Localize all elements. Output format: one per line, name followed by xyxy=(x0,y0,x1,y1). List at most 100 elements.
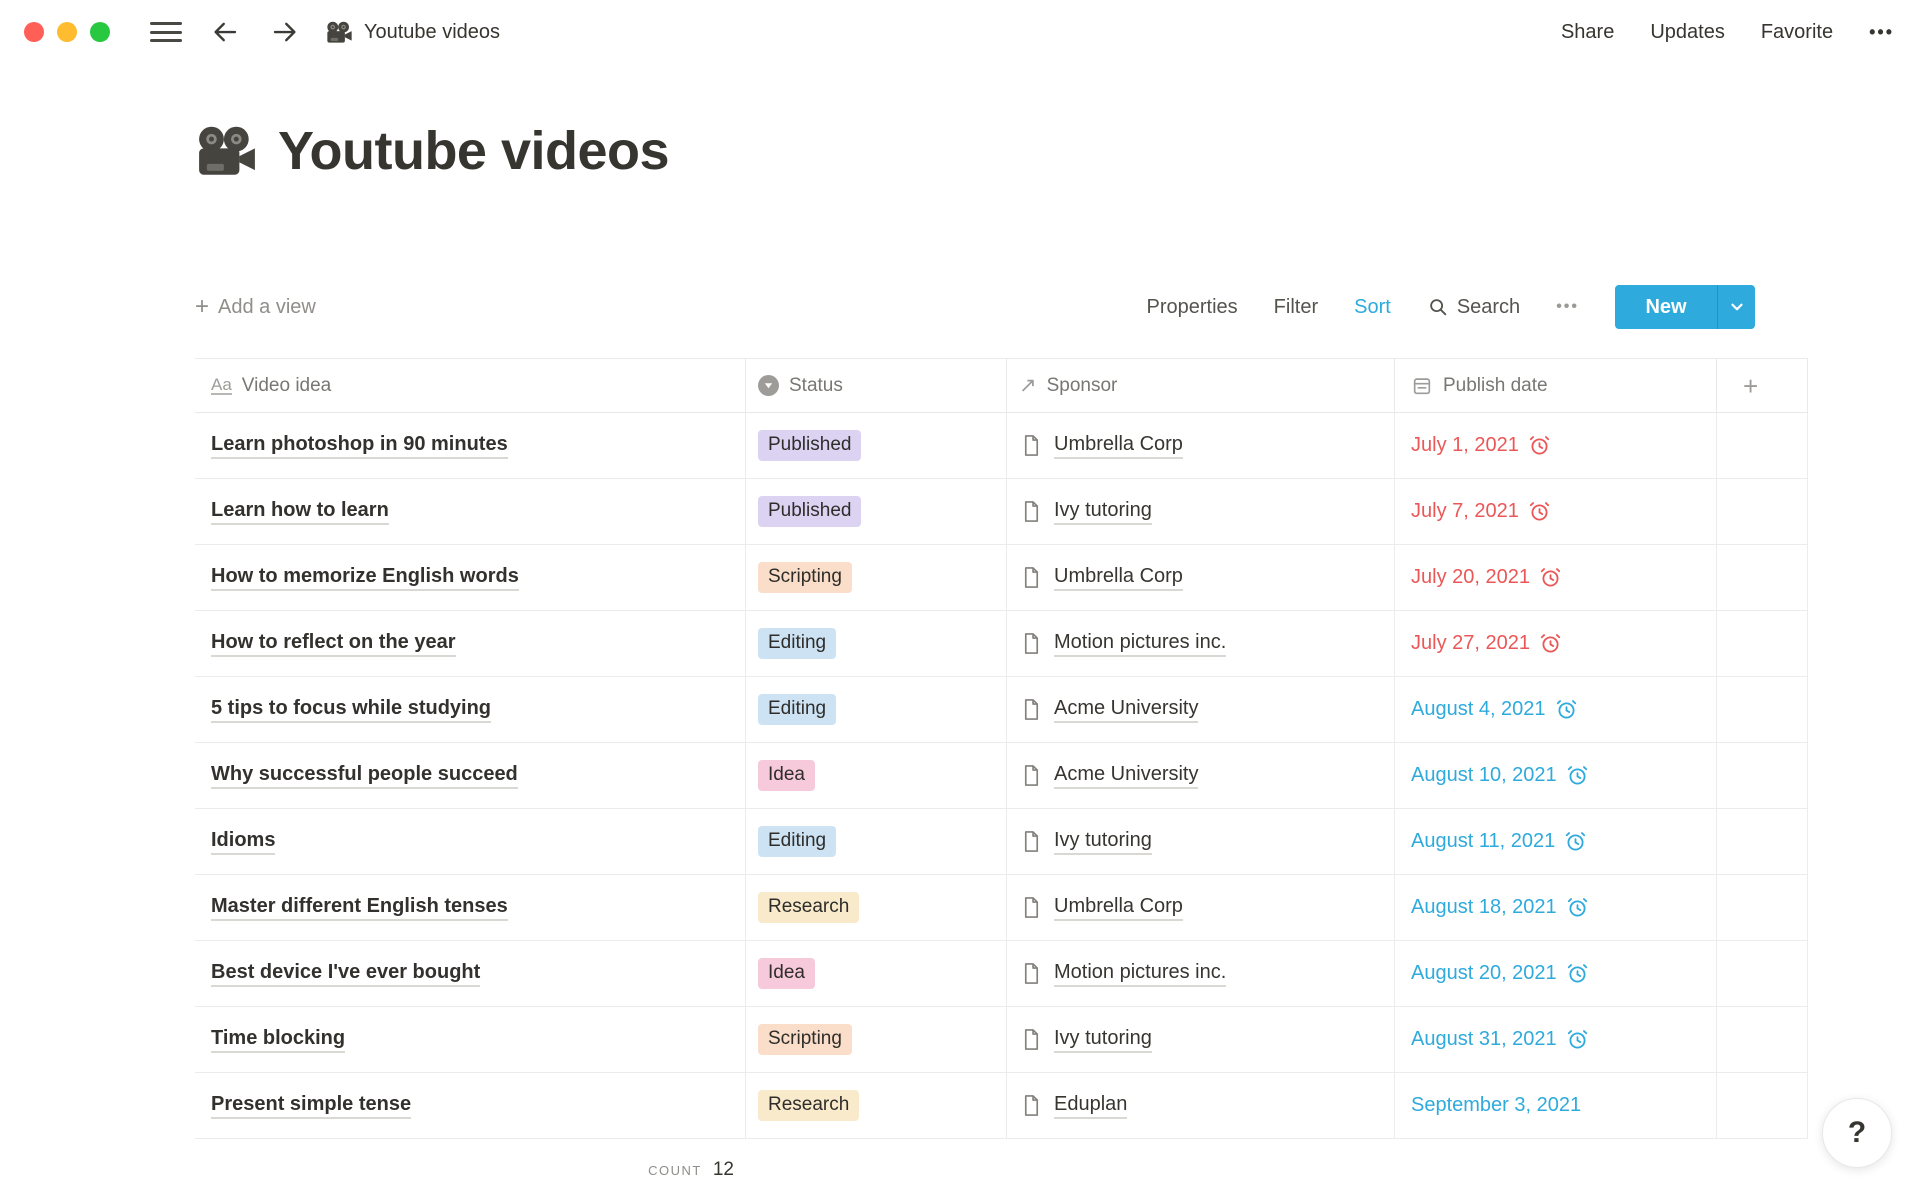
plus-icon: + xyxy=(195,295,209,319)
row-date[interactable]: July 7, 2021 xyxy=(1411,500,1551,523)
row-date[interactable]: August 10, 2021 xyxy=(1411,764,1589,787)
status-badge[interactable]: Idea xyxy=(758,760,815,791)
column-header-video-idea[interactable]: Aa Video idea xyxy=(195,359,746,412)
column-header-status[interactable]: Status xyxy=(746,359,1007,412)
breadcrumb[interactable]: Youtube videos xyxy=(326,21,500,44)
table-row: How to reflect on the year Editing Motio… xyxy=(195,611,1808,677)
page-title[interactable]: Youtube videos xyxy=(278,120,669,182)
row-sponsor[interactable]: Ivy tutoring xyxy=(1054,829,1152,855)
row-title[interactable]: Best device I've ever bought xyxy=(211,961,480,987)
status-badge[interactable]: Editing xyxy=(758,694,836,725)
view-more-options-icon[interactable]: ••• xyxy=(1556,298,1579,316)
status-badge[interactable]: Editing xyxy=(758,628,836,659)
table-row: Idioms Editing Ivy tutoring August 11, 2… xyxy=(195,809,1808,875)
topbar: Youtube videos Share Updates Favorite ••… xyxy=(0,0,1920,64)
reminder-clock-icon xyxy=(1566,962,1589,985)
row-sponsor[interactable]: Motion pictures inc. xyxy=(1054,961,1226,987)
row-date[interactable]: July 1, 2021 xyxy=(1411,434,1551,457)
close-window-button[interactable] xyxy=(24,22,44,42)
row-date[interactable]: August 31, 2021 xyxy=(1411,1028,1589,1051)
page-icon xyxy=(1019,829,1044,854)
window-controls xyxy=(24,22,110,42)
add-view-label: Add a view xyxy=(218,296,316,319)
share-button[interactable]: Share xyxy=(1561,21,1614,44)
table-body: Learn photoshop in 90 minutes Published … xyxy=(195,413,1808,1139)
reminder-clock-icon xyxy=(1528,500,1551,523)
row-extra-cell xyxy=(1717,1007,1808,1072)
row-sponsor[interactable]: Acme University xyxy=(1054,763,1198,789)
more-options-icon[interactable]: ••• xyxy=(1869,22,1894,43)
row-extra-cell xyxy=(1717,809,1808,874)
column-header-publish-date[interactable]: Publish date xyxy=(1395,359,1717,412)
page-icon xyxy=(1019,697,1044,722)
count-row[interactable]: COUNT 12 xyxy=(195,1139,746,1200)
row-sponsor[interactable]: Ivy tutoring xyxy=(1054,499,1152,525)
row-sponsor[interactable]: Umbrella Corp xyxy=(1054,433,1183,459)
row-extra-cell xyxy=(1717,611,1808,676)
row-sponsor[interactable]: Umbrella Corp xyxy=(1054,895,1183,921)
table-row: Master different English tenses Research… xyxy=(195,875,1808,941)
table-header: Aa Video idea Status ↗ Sponsor Publish d… xyxy=(195,358,1808,413)
row-sponsor[interactable]: Acme University xyxy=(1054,697,1198,723)
row-title[interactable]: How to reflect on the year xyxy=(211,631,456,657)
row-title[interactable]: Why successful people succeed xyxy=(211,763,518,789)
table-row: 5 tips to focus while studying Editing A… xyxy=(195,677,1808,743)
forward-button[interactable] xyxy=(268,15,302,49)
minimize-window-button[interactable] xyxy=(57,22,77,42)
properties-button[interactable]: Properties xyxy=(1147,296,1238,319)
movie-camera-icon xyxy=(196,125,258,178)
new-record-button[interactable]: New xyxy=(1615,285,1755,329)
row-extra-cell xyxy=(1717,875,1808,940)
table-row: Why successful people succeed Idea Acme … xyxy=(195,743,1808,809)
chevron-down-icon[interactable] xyxy=(1718,285,1755,329)
status-badge[interactable]: Editing xyxy=(758,826,836,857)
row-title[interactable]: Master different English tenses xyxy=(211,895,508,921)
row-title[interactable]: Learn photoshop in 90 minutes xyxy=(211,433,508,459)
row-date[interactable]: July 27, 2021 xyxy=(1411,632,1562,655)
row-title[interactable]: Time blocking xyxy=(211,1027,345,1053)
row-date[interactable]: August 4, 2021 xyxy=(1411,698,1578,721)
sidebar-menu-icon[interactable] xyxy=(150,21,182,43)
status-badge[interactable]: Idea xyxy=(758,958,815,989)
row-date[interactable]: August 18, 2021 xyxy=(1411,896,1589,919)
status-badge[interactable]: Research xyxy=(758,892,859,923)
filter-button[interactable]: Filter xyxy=(1274,296,1318,319)
sort-button[interactable]: Sort xyxy=(1354,296,1391,319)
zoom-window-button[interactable] xyxy=(90,22,110,42)
row-sponsor[interactable]: Umbrella Corp xyxy=(1054,565,1183,591)
row-sponsor[interactable]: Ivy tutoring xyxy=(1054,1027,1152,1053)
status-badge[interactable]: Published xyxy=(758,430,861,461)
row-title[interactable]: Idioms xyxy=(211,829,275,855)
row-title[interactable]: 5 tips to focus while studying xyxy=(211,697,491,723)
row-sponsor[interactable]: Motion pictures inc. xyxy=(1054,631,1226,657)
movie-camera-icon xyxy=(326,21,353,44)
search-button[interactable]: Search xyxy=(1427,296,1520,319)
row-title[interactable]: How to memorize English words xyxy=(211,565,519,591)
help-button[interactable]: ? xyxy=(1822,1098,1892,1168)
table-row: Time blocking Scripting Ivy tutoring Aug… xyxy=(195,1007,1808,1073)
new-button-label: New xyxy=(1615,285,1717,329)
row-title[interactable]: Present simple tense xyxy=(211,1093,411,1119)
status-badge[interactable]: Scripting xyxy=(758,562,852,593)
table-row: Learn photoshop in 90 minutes Published … xyxy=(195,413,1808,479)
notion-window: Youtube videos Share Updates Favorite ••… xyxy=(0,0,1920,1200)
row-date[interactable]: August 11, 2021 xyxy=(1411,830,1587,853)
back-button[interactable] xyxy=(208,15,242,49)
row-date[interactable]: August 20, 2021 xyxy=(1411,962,1589,985)
row-sponsor[interactable]: Eduplan xyxy=(1054,1093,1127,1119)
reminder-clock-icon xyxy=(1555,698,1578,721)
updates-button[interactable]: Updates xyxy=(1650,21,1725,44)
status-badge[interactable]: Scripting xyxy=(758,1024,852,1055)
favorite-button[interactable]: Favorite xyxy=(1761,21,1833,44)
row-date[interactable]: September 3, 2021 xyxy=(1411,1094,1581,1117)
count-label: COUNT xyxy=(648,1163,702,1178)
add-view-button[interactable]: + Add a view xyxy=(195,295,316,319)
row-date[interactable]: July 20, 2021 xyxy=(1411,566,1562,589)
row-extra-cell xyxy=(1717,743,1808,808)
page-icon xyxy=(1019,895,1044,920)
add-column-button[interactable]: + xyxy=(1717,359,1808,412)
status-badge[interactable]: Research xyxy=(758,1090,859,1121)
column-header-sponsor[interactable]: ↗ Sponsor xyxy=(1007,359,1395,412)
status-badge[interactable]: Published xyxy=(758,496,861,527)
row-title[interactable]: Learn how to learn xyxy=(211,499,389,525)
